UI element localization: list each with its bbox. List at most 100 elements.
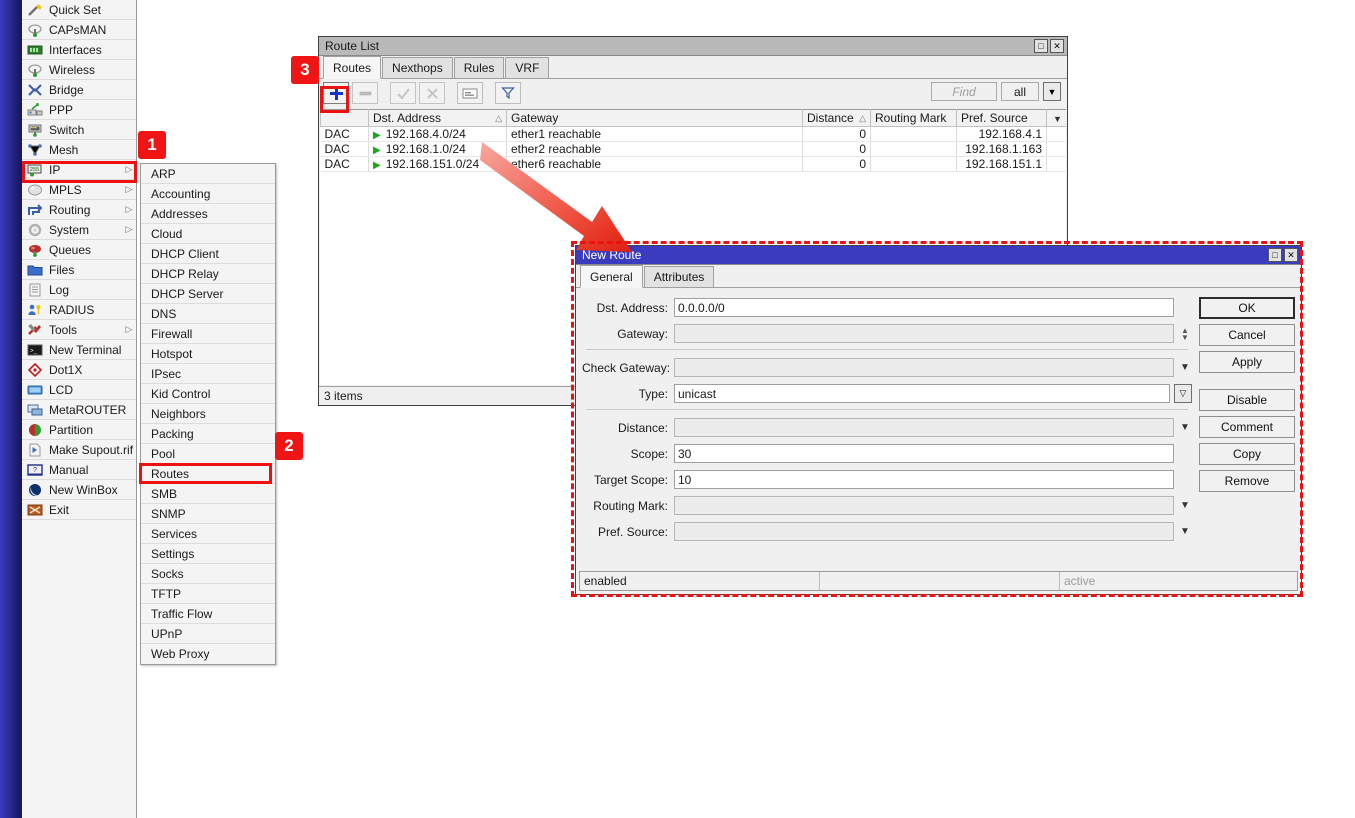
sidebar-item-exit[interactable]: Exit	[22, 500, 136, 520]
ip-submenu-item-tftp[interactable]: TFTP	[141, 584, 275, 604]
sidebar-item-radius[interactable]: RADIUS	[22, 300, 136, 320]
chevron-down-icon[interactable]: ▼	[1043, 82, 1061, 101]
sidebar-item-partition[interactable]: Partition	[22, 420, 136, 440]
sidebar-item-metarouter[interactable]: MetaROUTER	[22, 400, 136, 420]
ip-submenu-item-dhcp-relay[interactable]: DHCP Relay	[141, 264, 275, 284]
sidebar-item-system[interactable]: System▷	[22, 220, 136, 240]
sidebar-item-interfaces[interactable]: Interfaces	[22, 40, 136, 60]
table-row[interactable]: DAC▶192.168.4.0/24ether1 reachable0192.1…	[321, 127, 1067, 142]
ip-submenu-item-smb[interactable]: SMB	[141, 484, 275, 504]
sidebar-item-new-terminal[interactable]: >_New Terminal	[22, 340, 136, 360]
comment-button[interactable]: Comment	[1199, 416, 1295, 438]
ip-submenu-item-services[interactable]: Services	[141, 524, 275, 544]
input-gateway[interactable]	[674, 324, 1174, 343]
ip-submenu-item-arp[interactable]: ARP	[141, 164, 275, 184]
column-chooser-button[interactable]: ▼	[1047, 110, 1067, 127]
sidebar-item-manual[interactable]: ?Manual	[22, 460, 136, 480]
ip-submenu-item-settings[interactable]: Settings	[141, 544, 275, 564]
ip-submenu-item-snmp[interactable]: SNMP	[141, 504, 275, 524]
sidebar-item-ip[interactable]: 255IP▷	[22, 160, 136, 180]
sidebar-item-new-winbox[interactable]: New WinBox	[22, 480, 136, 500]
sidebar-item-tools[interactable]: Tools▷	[22, 320, 136, 340]
column-header-gateway[interactable]: Gateway	[507, 110, 803, 127]
sidebar-item-wireless[interactable]: Wireless	[22, 60, 136, 80]
column-header-dst-address[interactable]: Dst. Address△	[369, 110, 507, 127]
new-route-titlebar[interactable]: New Route □ ✕	[576, 246, 1301, 265]
sidebar-item-files[interactable]: Files	[22, 260, 136, 280]
sidebar-item-log[interactable]: Log	[22, 280, 136, 300]
sidebar-item-switch[interactable]: Switch	[22, 120, 136, 140]
main-menu[interactable]: Quick SetCAPsMANInterfacesWirelessBridge…	[22, 0, 137, 818]
input-type[interactable]: unicast	[674, 384, 1170, 403]
disable-route-button[interactable]	[419, 82, 445, 104]
sidebar-item-capsman[interactable]: CAPsMAN	[22, 20, 136, 40]
ok-button[interactable]: OK	[1199, 297, 1295, 319]
ip-submenu-item-ipsec[interactable]: IPsec	[141, 364, 275, 384]
column-header-distance[interactable]: Distance△	[803, 110, 871, 127]
tab-general[interactable]: General	[580, 265, 643, 288]
ip-submenu-item-dns[interactable]: DNS	[141, 304, 275, 324]
sidebar-item-bridge[interactable]: Bridge	[22, 80, 136, 100]
tab-attributes[interactable]: Attributes	[644, 266, 715, 287]
remove-route-button[interactable]	[352, 82, 378, 104]
route-list-toolbar[interactable]: Find all ▼	[319, 79, 1067, 107]
input-routing-mark[interactable]	[674, 496, 1174, 515]
input-target-scope[interactable]: 10	[674, 470, 1174, 489]
ip-submenu-item-dhcp-client[interactable]: DHCP Client	[141, 244, 275, 264]
sidebar-item-make-supout-rif[interactable]: Make Supout.rif	[22, 440, 136, 460]
ip-submenu-item-socks[interactable]: Socks	[141, 564, 275, 584]
maximize-icon[interactable]: □	[1268, 248, 1282, 262]
sidebar-item-ppp[interactable]: PPP	[22, 100, 136, 120]
input-distance[interactable]	[674, 418, 1174, 437]
route-list-titlebar[interactable]: Route List □ ✕	[319, 37, 1067, 56]
ip-submenu-item-dhcp-server[interactable]: DHCP Server	[141, 284, 275, 304]
input-scope[interactable]: 30	[674, 444, 1174, 463]
add-route-button[interactable]	[323, 82, 349, 104]
spinner-icon[interactable]: ▲▼	[1178, 324, 1192, 343]
column-header-routing-mark[interactable]: Routing Mark	[871, 110, 957, 127]
chevron-down-icon[interactable]: ▼	[1178, 422, 1192, 433]
tab-vrf[interactable]: VRF	[505, 57, 549, 78]
new-route-tabs[interactable]: GeneralAttributes	[576, 265, 1301, 288]
sidebar-item-quick-set[interactable]: Quick Set	[22, 0, 136, 20]
ip-submenu-item-firewall[interactable]: Firewall	[141, 324, 275, 344]
column-header-pref-source[interactable]: Pref. Source	[957, 110, 1047, 127]
new-route-dialog[interactable]: New Route □ ✕ GeneralAttributes Dst. Add…	[575, 245, 1302, 595]
ip-submenu-item-hotspot[interactable]: Hotspot	[141, 344, 275, 364]
ip-submenu-item-routes[interactable]: Routes	[141, 464, 275, 484]
new-route-buttons[interactable]: OKCancelApplyDisableCommentCopyRemove	[1199, 297, 1295, 492]
sidebar-item-mesh[interactable]: Mesh	[22, 140, 136, 160]
close-icon[interactable]: ✕	[1284, 248, 1298, 262]
tab-routes[interactable]: Routes	[323, 56, 381, 79]
chevron-down-icon[interactable]: ▼	[1178, 500, 1192, 511]
sidebar-item-dot1x[interactable]: Dot1X	[22, 360, 136, 380]
cancel-button[interactable]: Cancel	[1199, 324, 1295, 346]
ip-submenu-item-packing[interactable]: Packing	[141, 424, 275, 444]
close-icon[interactable]: ✕	[1050, 39, 1064, 53]
table-row[interactable]: DAC▶192.168.1.0/24ether2 reachable0192.1…	[321, 142, 1067, 157]
input-pref-source[interactable]	[674, 522, 1174, 541]
enable-route-button[interactable]	[390, 82, 416, 104]
tab-rules[interactable]: Rules	[454, 57, 505, 78]
copy-button[interactable]: Copy	[1199, 443, 1295, 465]
ip-submenu[interactable]: ARPAccountingAddressesCloudDHCP ClientDH…	[140, 163, 276, 665]
tab-nexthops[interactable]: Nexthops	[382, 57, 453, 78]
sidebar-item-queues[interactable]: Queues	[22, 240, 136, 260]
ip-submenu-item-kid-control[interactable]: Kid Control	[141, 384, 275, 404]
input-check-gateway[interactable]	[674, 358, 1174, 377]
remove-button[interactable]: Remove	[1199, 470, 1295, 492]
dropdown-button[interactable]: ▽	[1174, 384, 1192, 403]
ip-submenu-item-traffic-flow[interactable]: Traffic Flow	[141, 604, 275, 624]
route-list-tabs[interactable]: RoutesNexthopsRulesVRF	[319, 56, 1067, 79]
ip-submenu-item-cloud[interactable]: Cloud	[141, 224, 275, 244]
sidebar-item-lcd[interactable]: LCD	[22, 380, 136, 400]
sidebar-item-routing[interactable]: Routing▷	[22, 200, 136, 220]
column-header-flags[interactable]	[321, 110, 369, 127]
table-row[interactable]: DAC▶192.168.151.0/24ether6 reachable0192…	[321, 157, 1067, 172]
comment-route-button[interactable]	[457, 82, 483, 104]
find-area[interactable]: Find all ▼	[931, 82, 1061, 101]
find-input[interactable]: Find	[931, 82, 997, 101]
scope-filter-value[interactable]: all	[1001, 82, 1039, 101]
ip-submenu-item-upnp[interactable]: UPnP	[141, 624, 275, 644]
ip-submenu-item-web-proxy[interactable]: Web Proxy	[141, 644, 275, 664]
